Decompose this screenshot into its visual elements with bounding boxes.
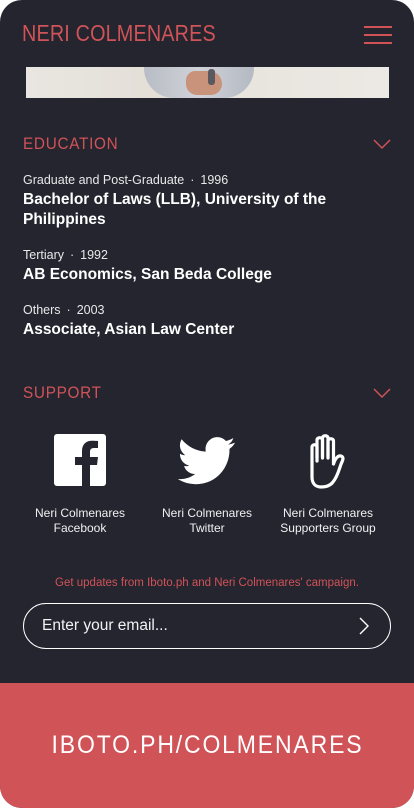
education-item: Others · 2003 Associate, Asian Law Center (23, 302, 383, 340)
support-links: Neri Colmenares Facebook Neri Colmenares… (0, 434, 414, 544)
support-label: Neri Colmenares Facebook (10, 506, 150, 536)
education-meta: Others · 2003 (23, 302, 383, 318)
education-degree: Bachelor of Laws (LLB), University of th… (23, 191, 327, 228)
menu-icon[interactable] (364, 24, 392, 46)
newsletter-note: Get updates from Iboto.ph and Neri Colme… (55, 577, 359, 589)
education-level: Others (23, 303, 61, 317)
education-meta: Graduate and Post-Graduate · 1996 (23, 172, 383, 188)
app-screen: NERI COLMENARES EDUCATION Graduate and P… (0, 0, 414, 808)
education-year: 1992 (80, 248, 108, 262)
support-label-line: Supporters Group (280, 521, 376, 535)
support-label-line: Twitter (189, 521, 225, 535)
separator-dot: · (66, 303, 71, 317)
separator-dot: · (69, 248, 75, 262)
separator-dot: · (190, 173, 195, 187)
support-label-line: Neri Colmenares (161, 506, 253, 520)
education-level: Tertiary (23, 248, 64, 262)
footer-banner[interactable]: IBOTO.PH/COLMENARES (0, 683, 414, 808)
photo-hand (186, 71, 222, 95)
email-subscribe-form (23, 603, 391, 649)
chevron-right-icon[interactable] (356, 616, 372, 636)
education-meta: Tertiary · 1992 (23, 247, 383, 263)
menu-icon-bar (364, 34, 392, 36)
brand-title[interactable]: NERI COLMENARES (22, 20, 216, 47)
facebook-icon (10, 434, 150, 492)
education-level: Graduate and Post-Graduate (23, 173, 185, 187)
header: NERI COLMENARES (0, 0, 414, 68)
support-label: Neri Colmenares Supporters Group (258, 506, 398, 536)
support-label-line: Facebook (53, 521, 107, 535)
support-label-line: Neri Colmenares (34, 506, 126, 520)
education-section-header[interactable]: EDUCATION (23, 132, 391, 156)
support-link-supporters-group[interactable]: Neri Colmenares Supporters Group (258, 434, 398, 536)
menu-icon-bar (364, 42, 392, 44)
education-title: EDUCATION (23, 134, 119, 153)
support-title: SUPPORT (23, 383, 102, 402)
email-input[interactable] (42, 617, 342, 635)
support-label-line: Neri Colmenares (282, 506, 374, 520)
education-year: 1996 (200, 173, 229, 187)
education-degree: AB Economics, San Beda College (23, 266, 272, 283)
candidate-photo (26, 67, 389, 98)
education-year: 2003 (76, 303, 105, 317)
support-section-header[interactable]: SUPPORT (23, 381, 391, 405)
hand-icon (258, 434, 398, 492)
education-item: Graduate and Post-Graduate · 1996 Bachelor… (23, 172, 383, 230)
support-link-twitter[interactable]: Neri Colmenares Twitter (137, 434, 277, 536)
photo-microphone (208, 69, 215, 85)
twitter-icon (137, 434, 277, 492)
chevron-down-icon[interactable] (373, 387, 391, 399)
footer-url: IBOTO.PH/COLMENARES (51, 731, 363, 759)
support-label: Neri Colmenares Twitter (137, 506, 277, 536)
education-degree: Associate, Asian Law Center (23, 321, 235, 338)
menu-icon-bar (364, 26, 392, 28)
chevron-down-icon[interactable] (373, 138, 391, 150)
support-link-facebook[interactable]: Neri Colmenares Facebook (10, 434, 150, 536)
education-item: Tertiary · 1992 AB Economics, San Beda Col… (23, 247, 383, 285)
